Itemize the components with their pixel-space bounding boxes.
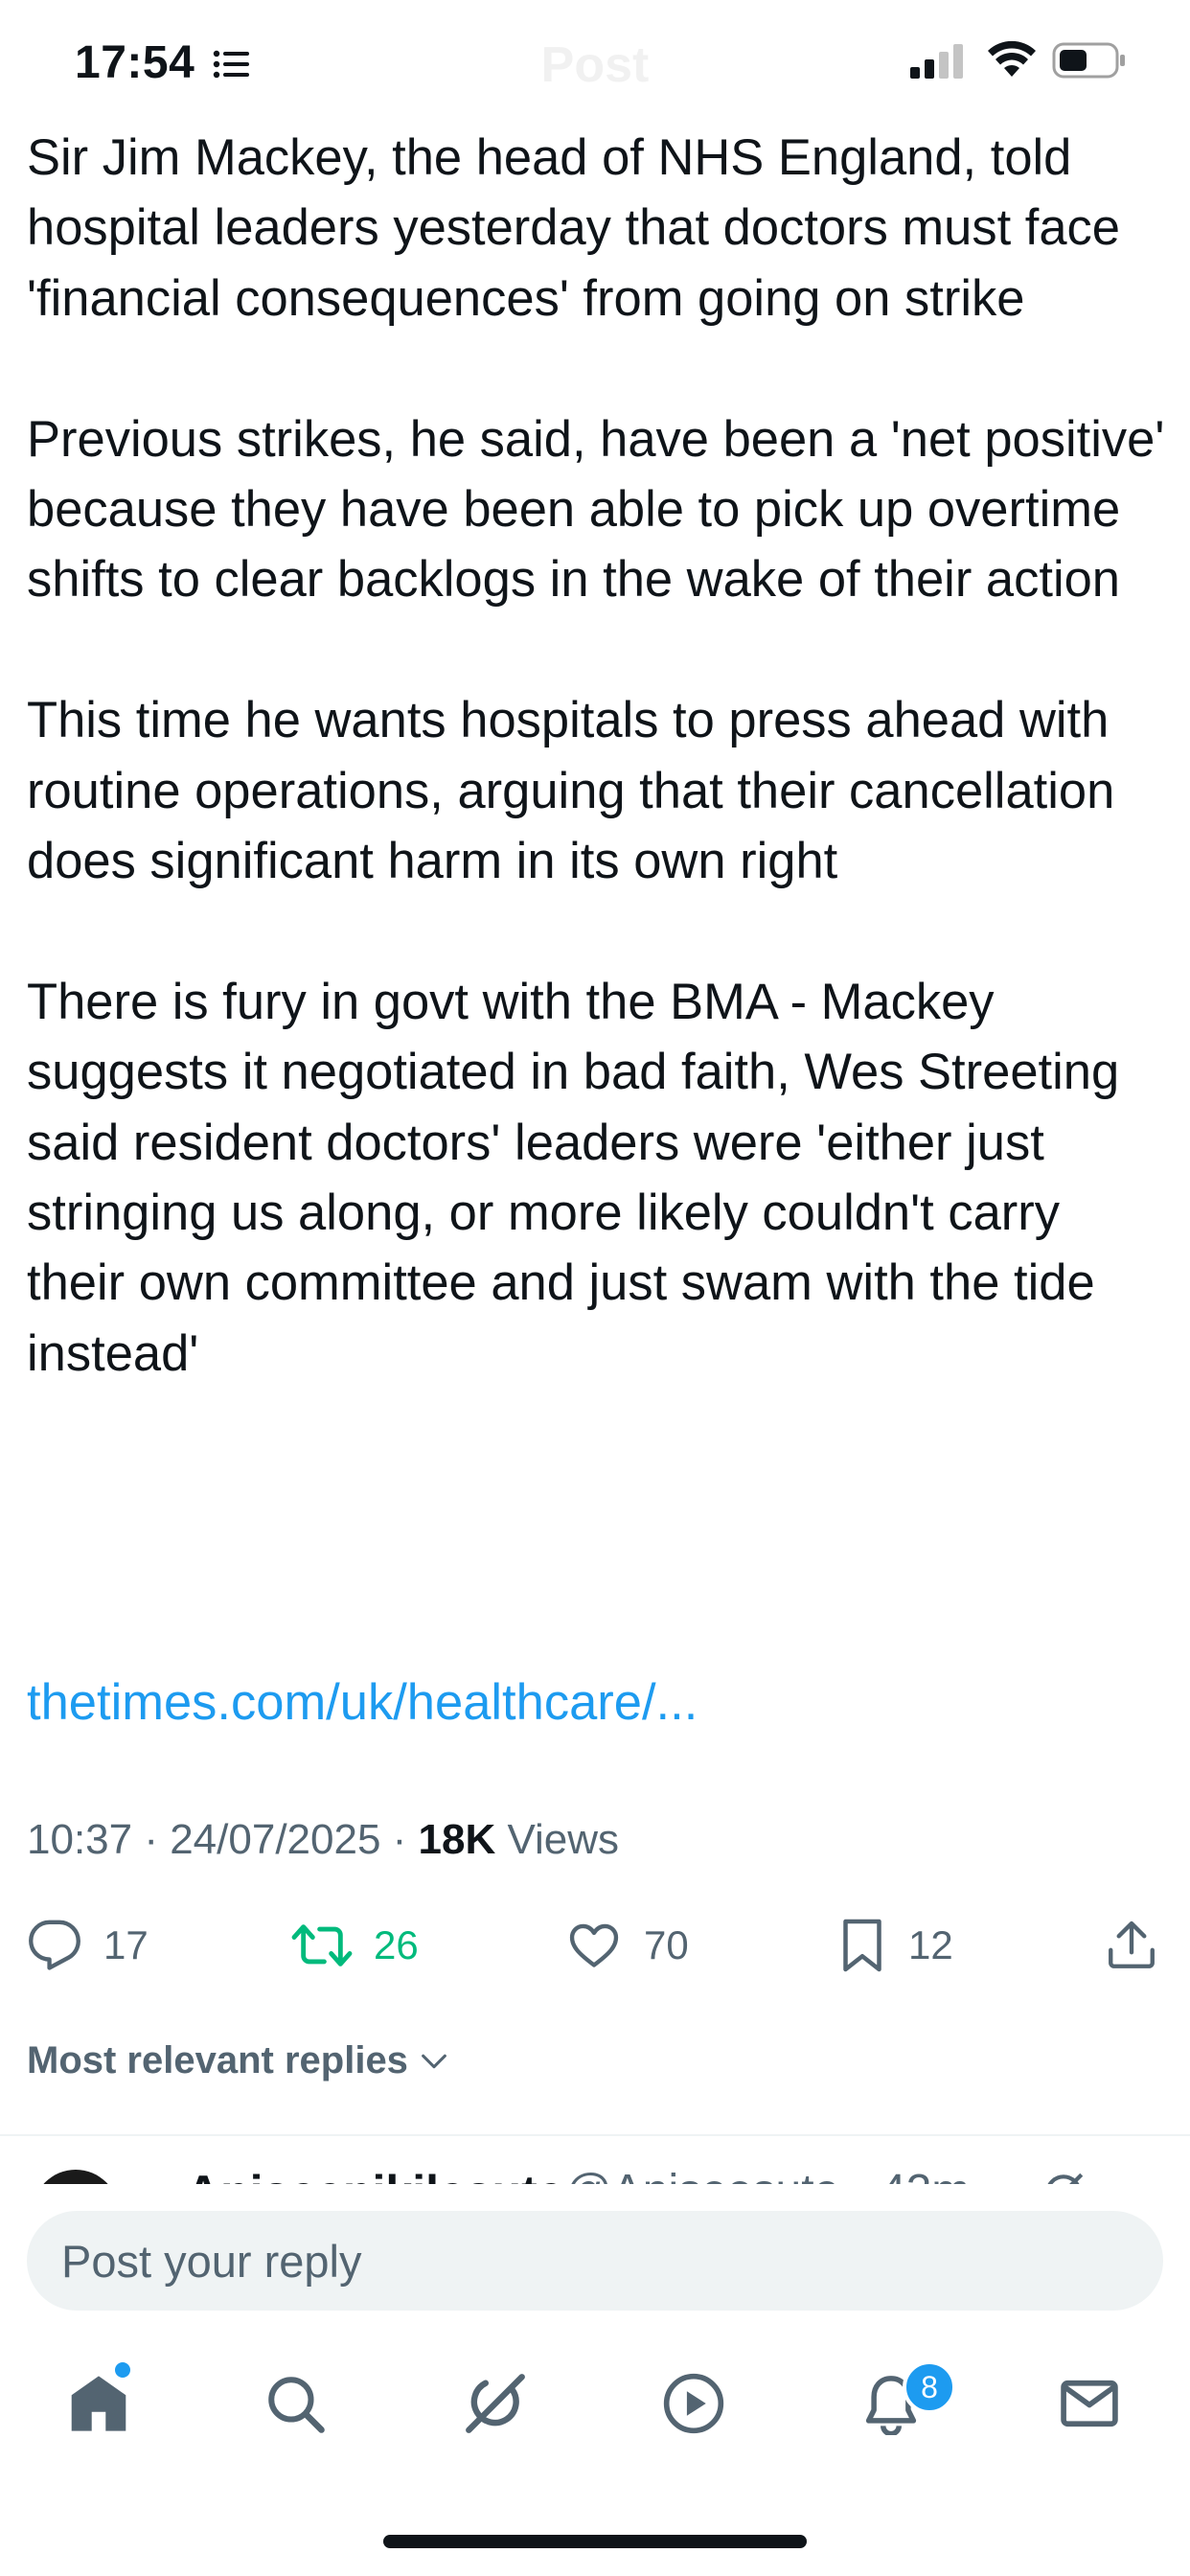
post-paragraph: There is fury in govt with the BMA - Mac… bbox=[27, 973, 1120, 1382]
tab-search[interactable] bbox=[257, 2365, 333, 2442]
notifications-badge: 8 bbox=[903, 2360, 956, 2414]
post-meta: 10:37 · 24/07/2025 · 18K Views bbox=[27, 1816, 619, 1864]
reply-button[interactable]: 17 bbox=[27, 1907, 149, 1984]
views-label: Views bbox=[495, 1816, 620, 1863]
share-icon bbox=[1109, 1920, 1155, 1968]
heart-icon bbox=[569, 1923, 619, 1967]
grok-icon bbox=[466, 2374, 525, 2433]
views-count: 18K bbox=[418, 1816, 496, 1863]
post-paragraph: This time he wants hospitals to press ah… bbox=[27, 692, 1115, 890]
battery-icon bbox=[1052, 42, 1125, 79]
home-unread-dot bbox=[112, 2359, 133, 2380]
post-timestamp: 10:37 · 24/07/2025 · bbox=[27, 1816, 419, 1863]
cellular-signal-icon bbox=[910, 44, 963, 79]
avatar[interactable] bbox=[33, 2170, 119, 2184]
post-paragraph: Sir Jim Mackey, the head of NHS England,… bbox=[27, 129, 1121, 327]
tab-video[interactable] bbox=[655, 2365, 732, 2442]
repost-count: 26 bbox=[374, 1922, 419, 1967]
like-count: 70 bbox=[644, 1922, 689, 1967]
replies-sort-dropdown[interactable]: Most relevant replies bbox=[27, 2039, 450, 2082]
grok-icon[interactable] bbox=[1040, 2169, 1087, 2184]
reply-author-name: Aniseenikilesute bbox=[186, 2165, 564, 2184]
post-actions: 17 26 70 12 bbox=[0, 1907, 1190, 1984]
post-body: Sir Jim Mackey, the head of NHS England,… bbox=[27, 123, 1167, 1389]
repost-button[interactable]: 26 bbox=[291, 1907, 419, 1984]
article-link[interactable]: thetimes.com/uk/healthcare/... bbox=[27, 1673, 698, 1732]
reply-preview[interactable]: Aniseenikilesute @Aniseesute · 42m bbox=[0, 2136, 1190, 2184]
status-bar: 17:54 Post bbox=[0, 0, 1190, 126]
bookmark-icon bbox=[843, 1919, 881, 1972]
bookmark-button[interactable]: 12 bbox=[837, 1907, 953, 1984]
wifi-icon bbox=[988, 40, 1036, 77]
chevron-down-icon bbox=[422, 2054, 446, 2068]
bottom-tab-bar bbox=[0, 2329, 1190, 2482]
repost-icon bbox=[291, 1924, 353, 1966]
reply-author-handle: @Aniseesute · 42m bbox=[565, 2165, 970, 2184]
mail-icon bbox=[1061, 2380, 1118, 2427]
share-button[interactable] bbox=[1104, 1907, 1159, 1984]
tab-messages[interactable] bbox=[1051, 2365, 1128, 2442]
reply-input[interactable]: Post your reply bbox=[27, 2211, 1163, 2311]
like-button[interactable]: 70 bbox=[565, 1907, 689, 1984]
play-icon bbox=[663, 2373, 724, 2434]
reply-icon bbox=[29, 1920, 80, 1970]
bookmark-count: 12 bbox=[908, 1922, 953, 1967]
replies-sort-label: Most relevant replies bbox=[27, 2039, 408, 2082]
search-icon bbox=[268, 2377, 325, 2433]
reply-bar: Post your reply bbox=[0, 2184, 1190, 2318]
reply-count: 17 bbox=[103, 1922, 149, 1967]
tab-grok[interactable] bbox=[457, 2365, 534, 2442]
home-indicator[interactable] bbox=[383, 2535, 807, 2548]
post-paragraph: Previous strikes, he said, have been a '… bbox=[27, 410, 1165, 609]
